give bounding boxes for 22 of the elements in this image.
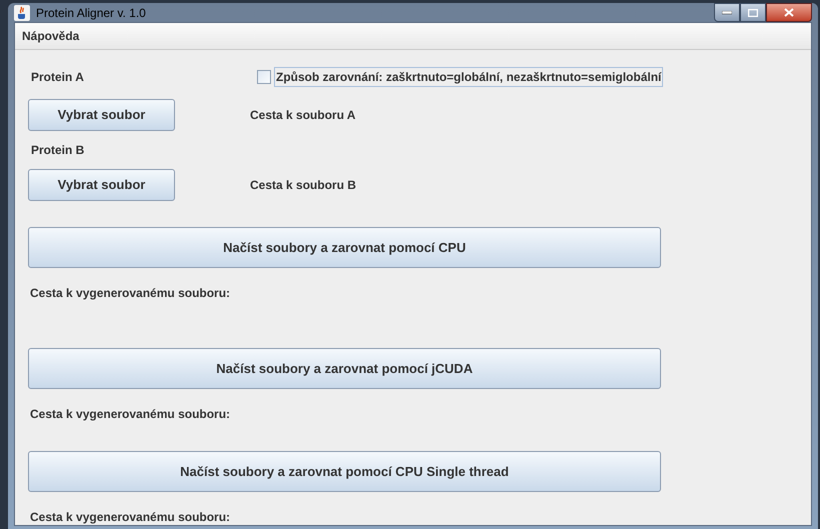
maximize-button[interactable]: [740, 3, 766, 22]
minimize-icon: [722, 10, 732, 14]
output-path-label: Cesta k vygenerovanému souboru:: [29, 285, 232, 301]
choose-file-button[interactable]: Vybrat soubor: [28, 99, 175, 131]
maximize-icon: [748, 8, 758, 16]
protein-label: Protein A: [30, 69, 85, 86]
choose-file-button[interactable]: Vybrat soubor: [28, 169, 175, 201]
checkbox-label: Způsob zarovnání: zaškrtnuto=globální, nezaškrtnuto=semiglobální: [274, 67, 664, 87]
close-button[interactable]: [766, 3, 812, 22]
output-path-label: Cesta k vygenerovanému souboru:: [29, 509, 232, 525]
file-path-label: Cesta k souboru B: [250, 177, 356, 194]
protein-label: Protein B: [30, 142, 86, 159]
align-button[interactable]: Načíst soubory a zarovnat pomocí jCUDA: [28, 348, 661, 389]
align-button[interactable]: Načíst soubory a zarovnat pomocí CPU: [28, 227, 661, 268]
output-path-label: Cesta k vygenerovanému souboru:: [29, 406, 232, 422]
minimize-button[interactable]: [714, 3, 740, 22]
menu-item[interactable]: Nápověda: [21, 27, 80, 45]
checkbox[interactable]: [257, 70, 271, 84]
close-icon: [784, 8, 794, 17]
window-title: Protein Aligner v. 1.0: [36, 4, 146, 22]
align-button[interactable]: Načíst soubory a zarovnat pomocí CPU Single thread: [28, 451, 661, 492]
file-path-label: Cesta k souboru A: [250, 107, 356, 124]
